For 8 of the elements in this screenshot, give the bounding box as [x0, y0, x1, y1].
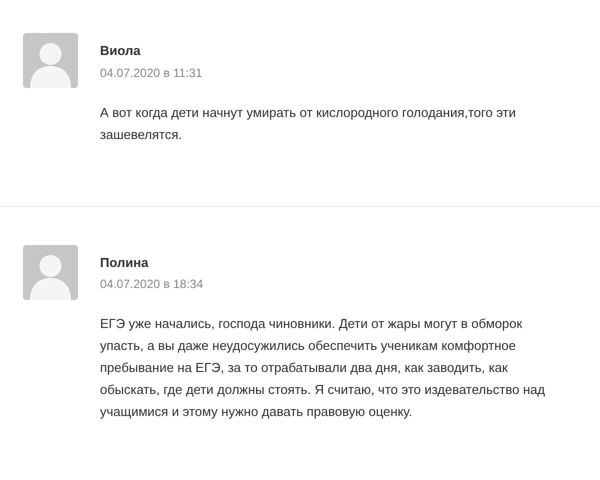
comment-date: 04.07.2020 в 11:31: [100, 64, 204, 82]
avatar-icon: [23, 244, 78, 300]
author-name: Виола: [100, 42, 142, 60]
author-name: Полина: [100, 254, 150, 272]
comment-text: А вот когда дети начнут умирать от кислородного голодания,того эти зашевелятся.: [100, 104, 517, 144]
comment-text: ЕГЭ уже начались, господа чиновники. Дети от жары могут в обморок упасть, а вы даже неудосужились обеспечить ученикам комфортное пребывание на ЕГЭ, за то отрабатывали два дня, как заводить, как обыскать, где дети должны стоять. Я считаю, что это издевательство над учащимися и этому нужно давать правовую оценку.: [100, 315, 546, 421]
comment-date: 04.07.2020 в 18:34: [100, 276, 204, 293]
avatar-icon: [23, 33, 78, 88]
